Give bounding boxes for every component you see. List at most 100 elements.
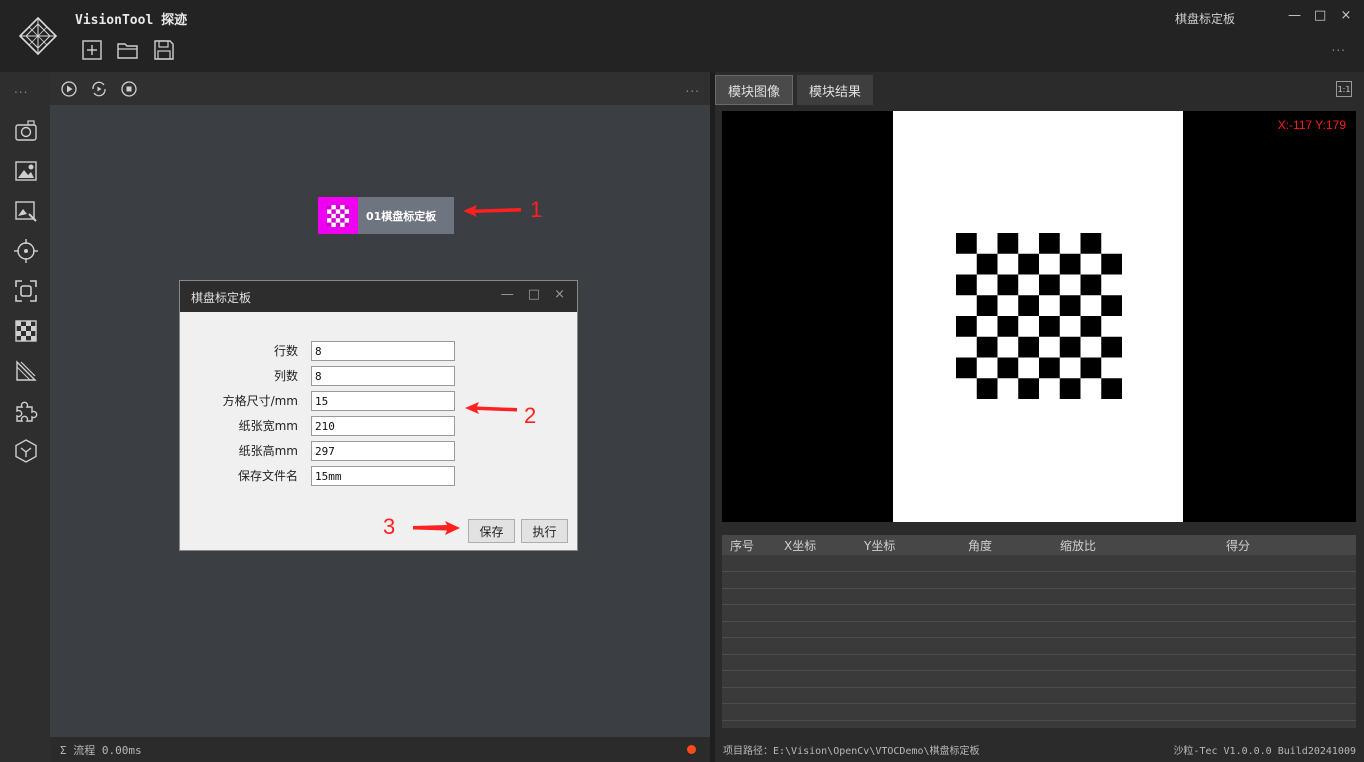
table-row-divider	[722, 686, 1356, 688]
checker-square	[1080, 233, 1102, 254]
annotation-number-2: 2	[524, 403, 537, 428]
play-icon[interactable]	[60, 80, 78, 98]
save-button[interactable]: 保存	[468, 519, 515, 543]
title-bar: VisionTool 探迹 棋盘标定板 — □ × ...	[0, 0, 1364, 72]
checker-square	[956, 274, 977, 296]
image-settings-icon[interactable]	[13, 158, 39, 184]
checker-square	[1039, 316, 1060, 337]
image-edit-icon[interactable]	[13, 198, 39, 224]
checker-square	[1080, 357, 1102, 379]
status-indicator	[687, 745, 696, 754]
checker-square	[1080, 274, 1102, 296]
col-x: X坐标	[784, 539, 817, 553]
checker-square	[997, 233, 1019, 254]
dialog-maximize-button[interactable]: □	[528, 287, 540, 302]
cols-input[interactable]	[311, 366, 455, 386]
square-size-label: 方格尺寸/mm	[222, 394, 298, 408]
checker-square	[976, 253, 998, 275]
ruler-icon[interactable]	[13, 358, 39, 384]
loop-run-icon[interactable]	[90, 80, 108, 98]
camera-icon[interactable]	[13, 118, 39, 144]
paper-width-label: 纸张宽mm	[238, 419, 298, 433]
app-title: VisionTool 探迹	[75, 13, 188, 28]
checker-square	[997, 357, 1019, 379]
col-angle: 角度	[968, 539, 993, 553]
checker-square	[1101, 253, 1122, 275]
sidebar-more-button[interactable]: ...	[14, 82, 28, 96]
paper-height-input[interactable]	[311, 441, 455, 461]
minimize-button[interactable]: —	[1288, 8, 1301, 23]
title-more-button[interactable]: ...	[1332, 40, 1346, 54]
run-button[interactable]: 执行	[521, 519, 568, 543]
annotation-arrow-3	[413, 521, 460, 535]
col-scale: 缩放比	[1060, 539, 1097, 553]
table-row-divider	[722, 670, 1356, 671]
annotation-number-3: 3	[383, 514, 396, 539]
save-icon[interactable]	[152, 38, 176, 62]
file-toolbar	[80, 38, 176, 62]
flow-node-label: 01棋盘标定板	[366, 209, 437, 223]
checker-square	[976, 378, 998, 399]
paper-width-input[interactable]	[311, 416, 455, 436]
calibration-paper-image	[893, 111, 1183, 522]
flow-status-text: Σ 流程 0.00ms	[60, 744, 142, 757]
table-row-divider	[722, 703, 1356, 704]
close-button[interactable]: ×	[1340, 8, 1352, 23]
results-table-header: 序号 X坐标 Y坐标 角度 缩放比 得分	[722, 535, 1356, 555]
crosshair-icon[interactable]	[13, 238, 39, 264]
checker-square	[997, 274, 1019, 296]
puzzle-icon[interactable]	[13, 398, 39, 424]
checker-square	[1101, 295, 1122, 316]
hexagon-icon[interactable]	[13, 438, 39, 464]
checker-square	[976, 336, 998, 358]
checkerboard-icon	[318, 197, 358, 234]
table-row-divider	[722, 653, 1356, 655]
dialog-minimize-button[interactable]: —	[501, 287, 514, 302]
rows-input[interactable]	[311, 341, 455, 361]
table-row-divider	[722, 587, 1356, 589]
checker-square	[1059, 295, 1081, 316]
cols-label: 列数	[273, 369, 298, 383]
checker-square	[1018, 295, 1039, 316]
tool-sidebar: ...	[0, 72, 50, 762]
checker-square	[976, 295, 998, 316]
checker-square	[1039, 357, 1060, 379]
dialog-window-controls: — □ ×	[501, 287, 565, 302]
checker-square	[1101, 336, 1122, 358]
checkerboard-icon[interactable]	[13, 318, 39, 344]
col-score: 得分	[1226, 539, 1251, 553]
focus-frame-icon[interactable]	[13, 278, 39, 304]
open-folder-icon[interactable]	[116, 38, 140, 62]
tab-module-image[interactable]: 模块图像	[715, 75, 794, 105]
checker-square	[1018, 378, 1039, 399]
checker-square	[1059, 336, 1081, 358]
dialog-title-bar[interactable]: 棋盘标定板 — □ ×	[180, 281, 577, 312]
table-row-divider	[722, 604, 1356, 605]
tab-module-result[interactable]: 模块结果	[797, 75, 874, 105]
filename-input[interactable]	[311, 466, 455, 486]
checker-square	[1080, 316, 1102, 337]
dialog-title: 棋盘标定板	[191, 291, 252, 305]
new-file-icon[interactable]	[80, 38, 104, 62]
window-controls: — □ ×	[1288, 8, 1352, 23]
checker-square	[1039, 274, 1060, 296]
maximize-button[interactable]: □	[1314, 8, 1326, 23]
flow-more-button[interactable]: ...	[686, 81, 700, 95]
stop-icon[interactable]	[120, 80, 138, 98]
flow-node-checkerboard[interactable]: 01棋盘标定板	[318, 197, 454, 234]
annotation-arrow-2	[465, 402, 517, 414]
project-path-text: 项目路径：E:\Vision\OpenCv\VTOCDemo\棋盘标定板	[723, 746, 980, 757]
square-size-input[interactable]	[311, 391, 455, 411]
flow-status-bar: Σ 流程 0.00ms	[50, 737, 710, 762]
image-viewer[interactable]: X:-117 Y:179	[722, 111, 1356, 522]
panel-divider[interactable]	[710, 72, 715, 762]
app-logo-icon	[18, 16, 58, 56]
table-row-divider	[722, 719, 1356, 721]
checker-square	[997, 316, 1019, 337]
checker-square	[956, 357, 977, 379]
window-title: 棋盘标定板	[1175, 12, 1236, 26]
rows-label: 行数	[273, 344, 298, 358]
zoom-actual-size-button[interactable]: 1:1	[1336, 81, 1352, 97]
dialog-close-button[interactable]: ×	[554, 287, 565, 302]
checkerboard-image	[956, 233, 1122, 399]
